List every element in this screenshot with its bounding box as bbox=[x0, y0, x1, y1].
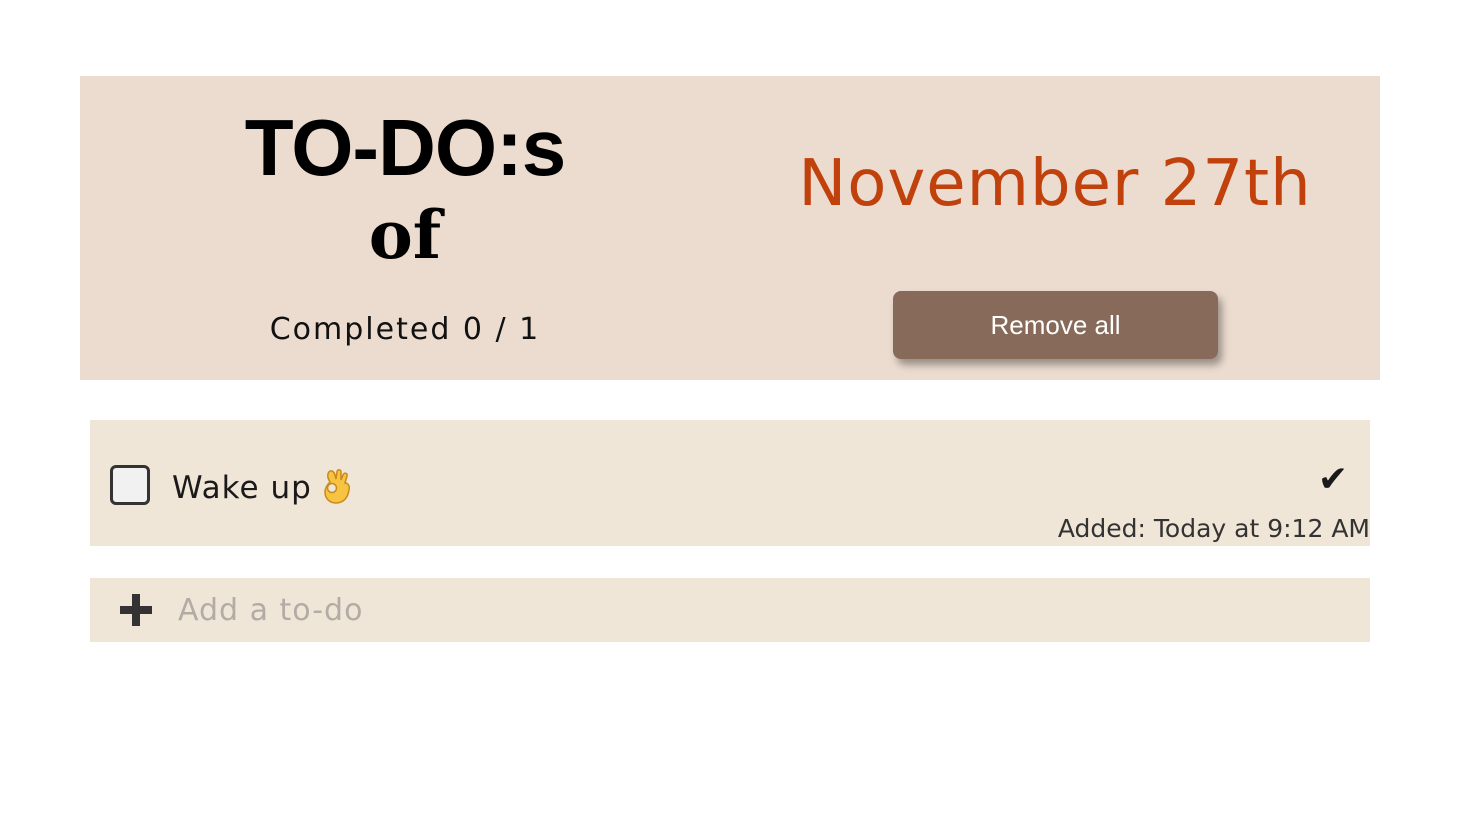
complete-check-icon[interactable]: ✔ bbox=[1318, 460, 1348, 500]
remove-all-button[interactable]: Remove all bbox=[893, 291, 1218, 359]
todo-checkbox[interactable] bbox=[110, 465, 150, 505]
plus-icon[interactable] bbox=[118, 592, 154, 628]
page-subtitle: of bbox=[368, 196, 442, 274]
todo-item: Wake up ✔ Added: Today at 9:12 AM bbox=[90, 420, 1370, 546]
add-todo-row bbox=[90, 578, 1370, 642]
completed-counter: Completed 0 / 1 bbox=[269, 312, 541, 347]
added-timestamp: Added: Today at 9:12 AM bbox=[1057, 514, 1370, 543]
todo-text-container: Wake up bbox=[172, 464, 354, 512]
current-date: November 27th bbox=[798, 147, 1312, 221]
ok-hand-emoji-icon bbox=[320, 466, 354, 506]
todo-text: Wake up bbox=[172, 470, 312, 506]
add-todo-input[interactable] bbox=[178, 584, 1328, 636]
header-panel: TO-DO:s of Completed 0 / 1 November 27th… bbox=[80, 76, 1380, 380]
page-title: TO-DO:s bbox=[244, 103, 566, 192]
